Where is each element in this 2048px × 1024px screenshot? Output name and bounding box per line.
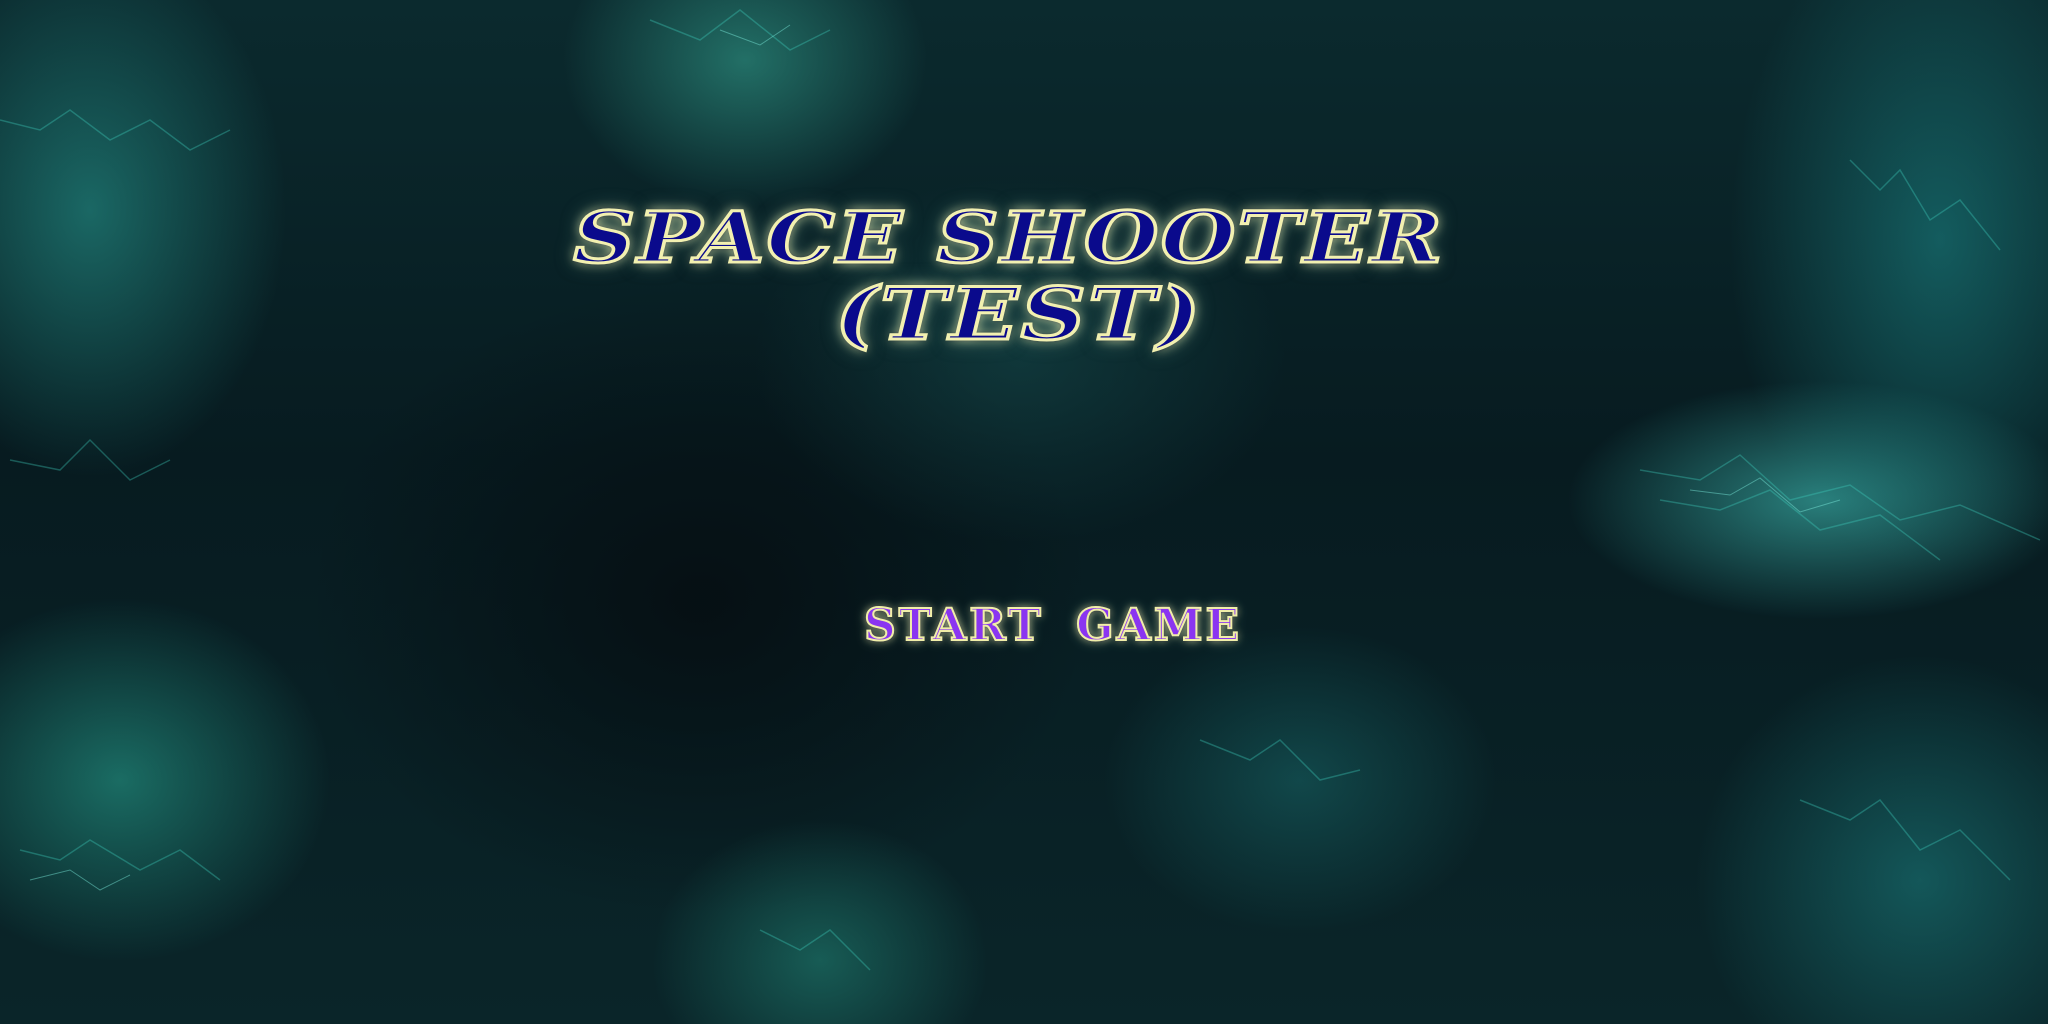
- title-screen: SPACE SHOOTER (TEST) START GAME: [0, 0, 2048, 1024]
- game-subtitle: (TEST): [833, 270, 1203, 357]
- nebula-background: [0, 9, 2041, 971]
- start-game-button[interactable]: START GAME: [863, 594, 1240, 658]
- game-title: SPACE SHOOTER: [572, 195, 1445, 281]
